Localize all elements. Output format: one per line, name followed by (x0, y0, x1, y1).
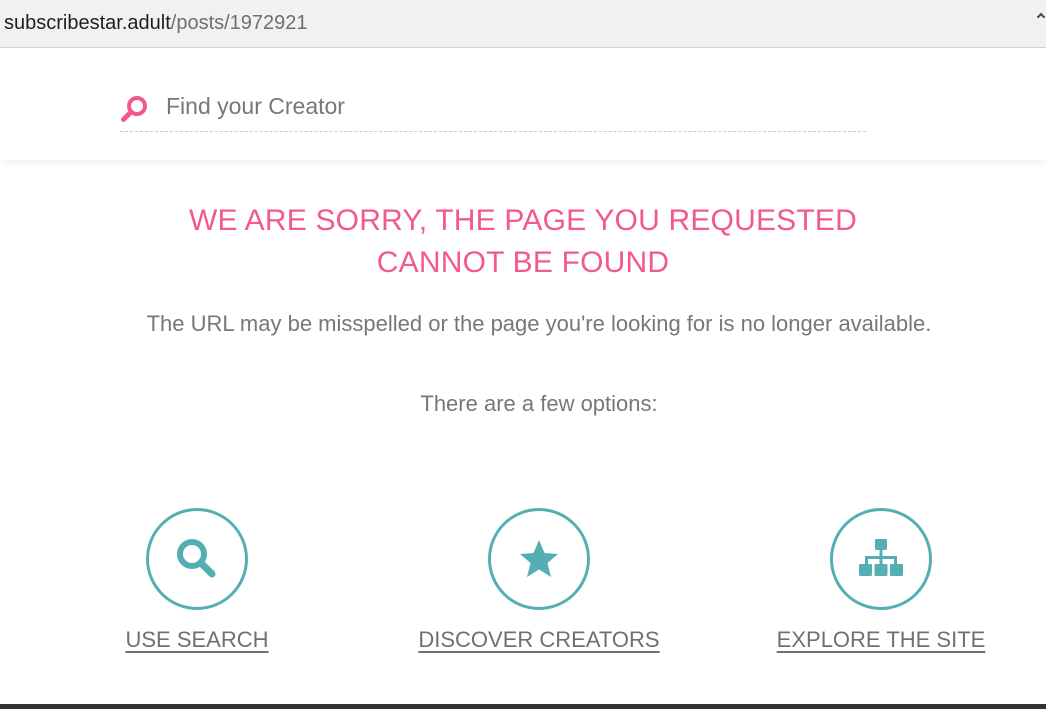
browser-address-bar[interactable]: subscribestar.adult/posts/1972921 (0, 0, 1046, 48)
error-title: WE ARE SORRY, THE PAGE YOU REQUESTED CAN… (0, 200, 1046, 284)
discover-creators-circle[interactable] (488, 508, 590, 610)
explore-site-circle[interactable] (830, 508, 932, 610)
use-search-option[interactable]: USE SEARCH (107, 508, 287, 654)
search-icon (177, 539, 216, 578)
discover-creators-option[interactable]: DISCOVER CREATORS (389, 508, 689, 654)
use-search-circle[interactable] (146, 508, 248, 610)
explore-site-option[interactable]: EXPLORE THE SITE (756, 508, 1006, 654)
error-title-line-2: CANNOT BE FOUND (376, 246, 670, 279)
star-icon (520, 540, 558, 577)
sitemap-icon (859, 539, 903, 576)
search-header (0, 48, 1046, 160)
options-intro: There are a few options: (420, 391, 658, 416)
explore-site-link[interactable]: EXPLORE THE SITE (756, 626, 1006, 654)
bottom-border (0, 704, 1046, 709)
address-url[interactable]: subscribestar.adult/posts/1972921 (4, 11, 308, 35)
use-search-link[interactable]: USE SEARCH (107, 626, 287, 654)
discover-creators-link[interactable]: DISCOVER CREATORS (389, 626, 689, 654)
creator-search[interactable] (120, 82, 866, 132)
search-icon[interactable] (120, 94, 150, 124)
url-domain: subscribestar.adult (4, 12, 171, 34)
search-input[interactable] (166, 90, 846, 122)
url-path: /posts/1972921 (170, 12, 308, 34)
chevron-icon (1036, 12, 1046, 22)
error-title-line-1: WE ARE SORRY, THE PAGE YOU REQUESTED (189, 204, 857, 237)
error-description: The URL may be misspelled or the page yo… (146, 311, 932, 336)
